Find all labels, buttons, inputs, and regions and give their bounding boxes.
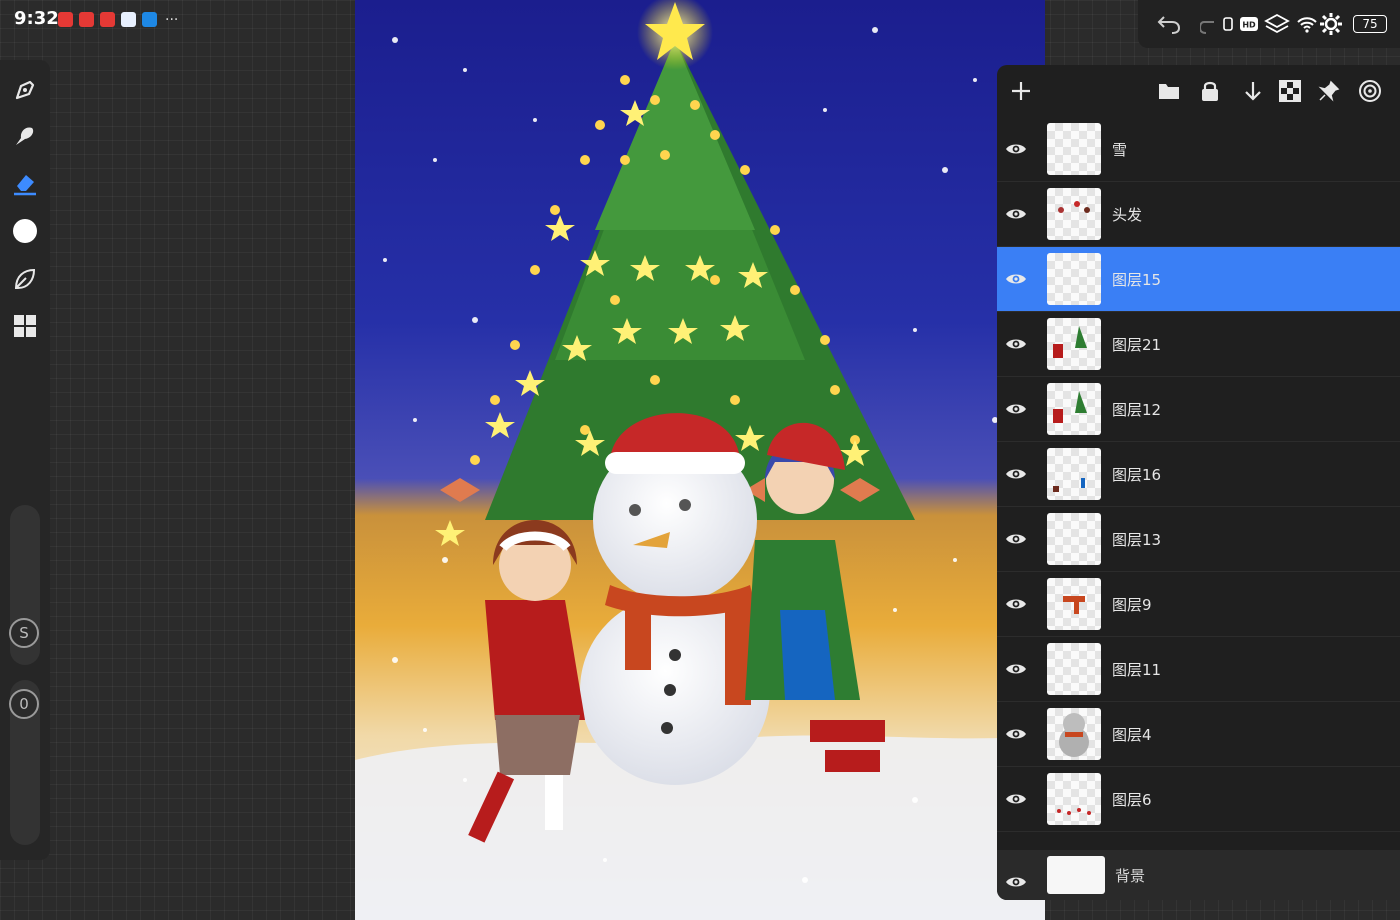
layer-thumbnail — [1047, 708, 1101, 760]
folder-icon[interactable] — [1155, 77, 1183, 105]
app-red-3-icon — [100, 12, 115, 27]
eye-icon[interactable] — [1003, 269, 1029, 289]
layer-thumbnail — [1047, 123, 1101, 175]
layer-row[interactable]: 图层12 — [997, 377, 1400, 442]
undo-icon[interactable] — [1152, 10, 1186, 38]
status-time: 9:32 — [14, 8, 59, 29]
merge-down-icon[interactable] — [1236, 77, 1264, 105]
layer-row[interactable]: 雪 — [997, 117, 1400, 182]
eye-icon[interactable] — [1003, 139, 1029, 159]
eye-icon[interactable] — [1003, 529, 1029, 549]
layer-row[interactable]: 图层6 — [997, 767, 1400, 832]
layer-thumbnail — [1047, 578, 1101, 630]
leaf-icon[interactable] — [9, 263, 41, 295]
layer-row[interactable]: 图层21 — [997, 312, 1400, 377]
layer-name: 图层4 — [1112, 726, 1152, 744]
layer-row[interactable]: 图层16 — [997, 442, 1400, 507]
layer-thumbnail — [1047, 448, 1101, 500]
left-toolbar: S 0 — [0, 60, 50, 860]
more-notifications-icon: ··· — [165, 11, 179, 28]
top-right-controls: HD 75 — [1138, 0, 1400, 48]
layer-name: 图层6 — [1112, 791, 1152, 809]
checker-icon[interactable] — [1276, 77, 1304, 105]
app-blue-icon — [142, 12, 157, 27]
layer-thumbnail — [1047, 513, 1101, 565]
eye-icon[interactable] — [1003, 659, 1029, 679]
layers-panel-header — [997, 65, 1400, 117]
battery-level: 75 — [1362, 17, 1378, 31]
eraser-icon[interactable] — [9, 167, 41, 199]
layer-thumbnail — [1047, 188, 1101, 240]
layer-name: 雪 — [1112, 141, 1128, 159]
app-white-icon — [121, 12, 136, 27]
background-thumbnail — [1047, 856, 1105, 894]
opacity-handle[interactable]: 0 — [9, 689, 39, 719]
pin-icon[interactable] — [1315, 77, 1343, 105]
layer-name: 头发 — [1112, 206, 1143, 224]
layer-row[interactable]: 图层4 — [997, 702, 1400, 767]
layer-name: 图层12 — [1112, 401, 1162, 419]
layer-thumbnail — [1047, 773, 1101, 825]
layer-name: 图层11 — [1112, 661, 1162, 679]
battery-indicator: 75 — [1346, 10, 1394, 38]
eye-icon[interactable] — [1003, 724, 1029, 744]
color-icon[interactable] — [9, 215, 41, 247]
eye-icon[interactable] — [1003, 334, 1029, 354]
vibrate-icon — [1218, 10, 1238, 38]
eye-icon[interactable] — [1003, 872, 1029, 892]
lock-icon[interactable] — [1196, 77, 1224, 105]
smudge-icon[interactable] — [9, 120, 41, 152]
eye-icon[interactable] — [1003, 789, 1029, 809]
layer-thumbnail — [1047, 253, 1101, 305]
svg-text:HD: HD — [1242, 21, 1256, 30]
layer-thumbnail — [1047, 383, 1101, 435]
layer-row[interactable]: 图层11 — [997, 637, 1400, 702]
eye-icon[interactable] — [1003, 594, 1029, 614]
eye-icon[interactable] — [1003, 204, 1029, 224]
layer-name: 图层16 — [1112, 466, 1162, 484]
layer-list: 雪头发图层15 图层21 图层12 图层16 图层13 图层9 图层11 图层4 图层6 — [997, 117, 1400, 832]
add-layer-button[interactable] — [1007, 77, 1035, 105]
background-layer-row[interactable]: 背景 — [997, 850, 1400, 900]
layer-name: 图层9 — [1112, 596, 1152, 614]
layer-row[interactable]: 图层13 — [997, 507, 1400, 572]
layer-name: 图层21 — [1112, 336, 1162, 354]
layer-thumbnail — [1047, 643, 1101, 695]
hd-icon: HD — [1238, 10, 1260, 38]
layer-name: 图层15 — [1112, 271, 1162, 289]
grid-icon[interactable] — [9, 310, 41, 342]
app-red-2-icon — [79, 12, 94, 27]
size-handle[interactable]: S — [9, 618, 39, 648]
gear-icon[interactable] — [1318, 10, 1344, 38]
wifi-icon — [1294, 10, 1320, 38]
app-red-1-icon — [58, 12, 73, 27]
battery-icon: 75 — [1353, 15, 1387, 33]
brush-icon[interactable] — [9, 74, 41, 106]
artwork — [355, 0, 1045, 920]
layer-name: 图层13 — [1112, 531, 1162, 549]
layer-row[interactable]: 头发 — [997, 182, 1400, 247]
eye-icon[interactable] — [1003, 399, 1029, 419]
target-icon[interactable] — [1356, 77, 1384, 105]
layers-stack-icon[interactable] — [1262, 10, 1292, 38]
layers-panel: 雪头发图层15 图层21 图层12 图层16 图层13 图层9 图层11 图层4 图层6 背景 — [997, 65, 1400, 900]
drawing-canvas[interactable] — [355, 0, 1045, 920]
status-app-icons: ··· — [58, 12, 178, 27]
eye-icon[interactable] — [1003, 464, 1029, 484]
layer-row[interactable]: 图层9 — [997, 572, 1400, 637]
layer-row[interactable]: 图层15 — [997, 247, 1400, 312]
background-layer-name: 背景 — [1115, 867, 1146, 885]
layer-thumbnail — [1047, 318, 1101, 370]
